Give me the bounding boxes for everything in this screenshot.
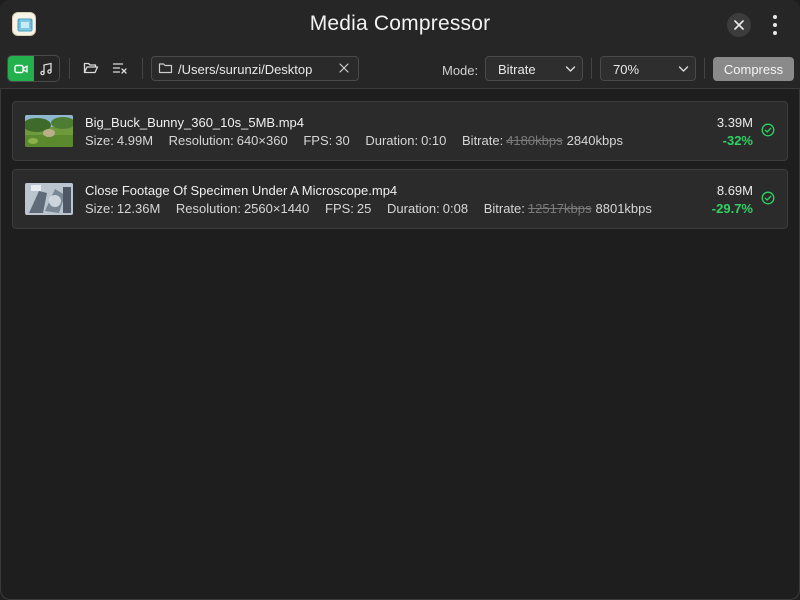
- check-circle-icon: [761, 191, 775, 205]
- mode-value: Bitrate: [498, 62, 536, 77]
- resolution-label: Resolution:: [168, 133, 234, 148]
- original-bitrate: 4180kbps: [506, 133, 563, 148]
- folder-open-icon: [83, 62, 99, 74]
- compressed-size: 3.39M: [716, 115, 753, 130]
- chevron-down-icon: [565, 66, 576, 72]
- close-button[interactable]: [727, 13, 751, 37]
- quality-select[interactable]: 70%: [600, 56, 696, 81]
- bitrate-label: Bitrate:: [462, 133, 504, 148]
- more-vertical-icon: [773, 15, 777, 19]
- file-metadata: Size: 12.36M Resolution: 2560×1440 FPS: 25 …: [85, 201, 652, 216]
- toolbar-divider: [704, 58, 705, 79]
- fps-label: FPS:: [303, 133, 333, 148]
- quality-value: 70%: [613, 62, 640, 77]
- fps: 25: [356, 201, 372, 216]
- mode-select[interactable]: Bitrate: [485, 56, 583, 81]
- chevron-down-icon: [678, 66, 689, 72]
- resolution: 2560×1440: [243, 201, 310, 216]
- output-path: /Users/surunzi/Desktop: [178, 62, 313, 77]
- clear-list-icon: [112, 63, 127, 74]
- original-size: 12.36M: [116, 201, 161, 216]
- file-name: Close Footage Of Specimen Under A Micros…: [85, 183, 398, 198]
- video-mode-button[interactable]: [8, 56, 34, 81]
- size-change: -29.7%: [711, 201, 753, 216]
- bitrate-label: Bitrate:: [483, 201, 525, 216]
- compressed-size: 8.69M: [716, 183, 753, 198]
- window-title: Media Compressor: [309, 12, 491, 35]
- check-circle-icon: [761, 123, 775, 137]
- mode-label: Mode:: [442, 63, 479, 78]
- close-icon: [734, 20, 744, 30]
- title-bar: Media Compressor: [0, 0, 800, 50]
- new-bitrate: 2840kbps: [566, 133, 623, 148]
- file-metadata: Size: 4.99M Resolution: 640×360 FPS: 30 Dur…: [85, 133, 623, 148]
- resolution: 640×360: [236, 133, 288, 148]
- size-label: Size:: [85, 133, 114, 148]
- original-bitrate: 12517kbps: [527, 201, 592, 216]
- size-change: -32%: [722, 133, 753, 148]
- toolbar-divider: [142, 58, 143, 79]
- resolution-label: Resolution:: [175, 201, 241, 216]
- video-thumbnail: [25, 115, 73, 147]
- output-path-field[interactable]: /Users/surunzi/Desktop: [151, 56, 359, 81]
- more-menu-button[interactable]: [765, 12, 785, 38]
- open-files-button[interactable]: [82, 59, 100, 77]
- duration-label: Duration:: [365, 133, 419, 148]
- file-list-item[interactable]: Big_Buck_Bunny_360_10s_5MB.mp4 Size: 4.99…: [12, 101, 788, 161]
- duration: 0:08: [442, 201, 469, 216]
- folder-icon: [158, 63, 173, 74]
- duration: 0:10: [421, 133, 447, 148]
- media-type-toggle: [7, 55, 60, 82]
- clear-path-icon[interactable]: [338, 62, 350, 74]
- file-name: Big_Buck_Bunny_360_10s_5MB.mp4: [85, 115, 304, 130]
- video-icon: [14, 64, 28, 73]
- size-label: Size:: [85, 201, 114, 216]
- original-size: 4.99M: [116, 133, 154, 148]
- music-icon: [40, 62, 52, 75]
- toolbar: /Users/surunzi/Desktop Mode: Bitrate 70%…: [0, 50, 800, 89]
- video-thumbnail: [25, 183, 73, 215]
- fps-label: FPS:: [325, 201, 354, 216]
- compress-button[interactable]: Compress: [713, 57, 794, 81]
- clear-list-button[interactable]: [111, 59, 129, 77]
- toolbar-divider: [69, 58, 70, 79]
- audio-mode-button[interactable]: [34, 56, 60, 81]
- fps: 30: [335, 133, 350, 148]
- duration-label: Duration:: [387, 201, 440, 216]
- file-list-item[interactable]: Close Footage Of Specimen Under A Micros…: [12, 169, 788, 229]
- app-window: Media Compressor /Users/surunzi/Desktop …: [0, 0, 800, 600]
- new-bitrate: 8801kbps: [595, 201, 652, 216]
- toolbar-divider: [591, 58, 592, 79]
